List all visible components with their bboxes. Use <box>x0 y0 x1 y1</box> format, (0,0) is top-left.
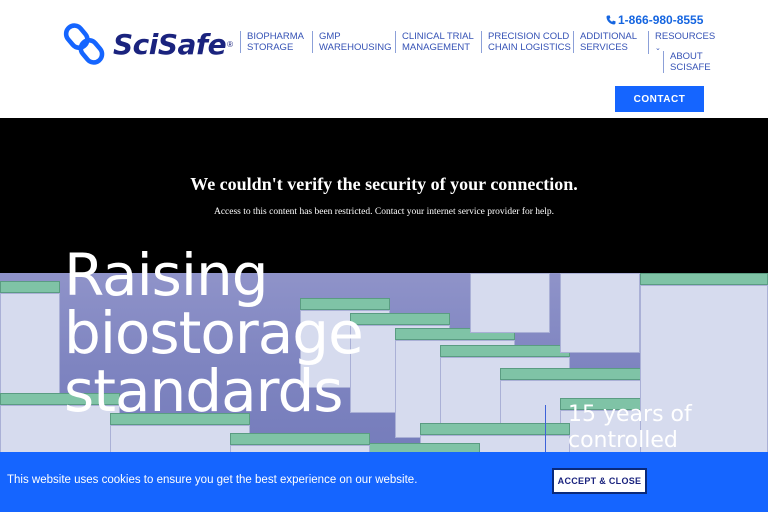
nav-gmp-warehousing[interactable]: GMP WAREHOUSING <box>312 31 391 53</box>
scisafe-logo-icon <box>63 23 105 65</box>
phone-number: 1-866-980-8555 <box>618 13 704 27</box>
nav-label: SERVICES <box>580 42 628 53</box>
cookie-banner: This website uses cookies to ensure you … <box>0 452 768 512</box>
nav-label: MANAGEMENT <box>402 42 471 53</box>
scisafe-logo[interactable]: SciSafe ® <box>63 18 233 70</box>
blocked-subtitle: Access to this content has been restrict… <box>213 207 555 217</box>
registered-mark: ® <box>227 39 233 49</box>
nav-biopharma-storage[interactable]: BIOPHARMA STORAGE <box>240 31 304 53</box>
phone-icon <box>606 15 616 25</box>
brand-name: SciSafe <box>113 27 227 61</box>
blocked-title: We couldn't verify the security of your … <box>190 174 578 194</box>
hero-subtitle: 15 years of controlled <box>568 402 692 453</box>
nav-label: CLINICAL TRIAL <box>402 31 474 42</box>
cookie-message: This website uses cookies to ensure you … <box>7 474 418 486</box>
nav-label: CHAIN LOGISTICS <box>488 42 571 53</box>
nav-label: WAREHOUSING <box>319 42 392 53</box>
accept-close-button[interactable]: ACCEPT & CLOSE <box>552 468 647 494</box>
freezer-unit <box>470 273 550 333</box>
nav-about-scisafe[interactable]: ABOUT SCISAFE <box>663 51 711 73</box>
phone-link[interactable]: 1-866-980-8555 <box>606 13 703 27</box>
hero-title: Raising biostorage standards <box>64 241 364 425</box>
nav-label: RESOURCES <box>655 31 716 42</box>
nav-clinical-trial-management[interactable]: CLINICAL TRIAL MANAGEMENT <box>395 31 474 53</box>
nav-label: GMP <box>319 31 341 42</box>
nav-label: ADDITIONAL <box>580 31 638 42</box>
hero-divider <box>545 405 546 455</box>
nav-label: PRECISION COLD <box>488 31 570 42</box>
nav-precision-cold-chain[interactable]: PRECISION COLD CHAIN LOGISTICS <box>481 31 571 53</box>
nav-label: STORAGE <box>247 42 294 53</box>
nav-label: BIOPHARMA <box>247 31 305 42</box>
freezer-unit <box>560 273 640 353</box>
nav-additional-services[interactable]: ADDITIONAL SERVICES <box>573 31 637 53</box>
nav-label: ABOUT <box>670 51 703 62</box>
contact-button[interactable]: CONTACT <box>615 86 704 112</box>
nav-label: SCISAFE <box>670 62 711 73</box>
site-header: SciSafe ® 1-866-980-8555 BIOPHARMA STORA… <box>0 0 768 118</box>
